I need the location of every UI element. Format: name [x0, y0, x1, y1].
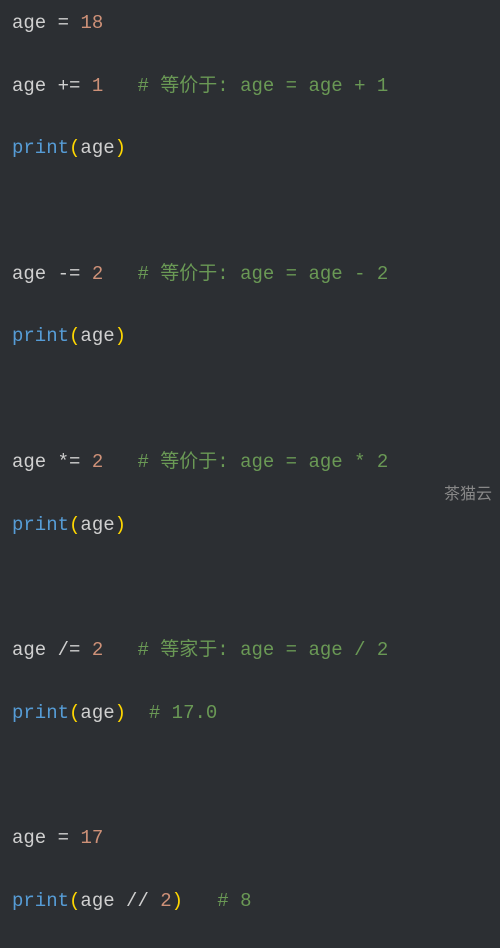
variable: age: [12, 451, 46, 473]
blank-line: [12, 760, 488, 791]
paren: (: [69, 325, 80, 347]
function: print: [12, 890, 69, 912]
operator: -=: [58, 263, 81, 285]
blank-line: [12, 384, 488, 415]
paren: ): [115, 514, 126, 536]
code-line: print(age) # 17.0: [12, 698, 488, 729]
operator: //: [126, 890, 149, 912]
operator: =: [58, 827, 69, 849]
function: print: [12, 702, 69, 724]
function: print: [12, 325, 69, 347]
paren: (: [69, 514, 80, 536]
variable: age: [80, 137, 114, 159]
comment: # 等价于: age = age - 2: [137, 263, 388, 285]
variable: age: [12, 75, 46, 97]
number: 18: [80, 12, 103, 34]
variable: age: [80, 702, 114, 724]
paren: ): [115, 702, 126, 724]
code-line: print(age): [12, 133, 488, 164]
code-block: age = 18 age += 1 # 等价于: age = age + 1 p…: [12, 8, 488, 948]
paren: (: [69, 890, 80, 912]
number: 2: [92, 639, 103, 661]
code-line: print(age): [12, 510, 488, 541]
comment: # 8: [217, 890, 251, 912]
code-line: age = 17: [12, 823, 488, 854]
comment: # 17.0: [149, 702, 217, 724]
operator: +=: [58, 75, 81, 97]
variable: age: [80, 325, 114, 347]
comment: # 等价于: age = age + 1: [137, 75, 388, 97]
variable: age: [12, 263, 46, 285]
number: 2: [92, 451, 103, 473]
operator: =: [58, 12, 69, 34]
code-line: age -= 2 # 等价于: age = age - 2: [12, 259, 488, 290]
code-line: age *= 2 # 等价于: age = age * 2: [12, 447, 488, 478]
code-line: age = 18: [12, 8, 488, 39]
function: print: [12, 137, 69, 159]
paren: ): [172, 890, 183, 912]
paren: (: [69, 137, 80, 159]
variable: age: [12, 639, 46, 661]
variable: age: [12, 12, 46, 34]
number: 17: [80, 827, 103, 849]
function: print: [12, 514, 69, 536]
variable: age: [80, 890, 114, 912]
operator: /=: [58, 639, 81, 661]
paren: ): [115, 325, 126, 347]
number: 2: [160, 890, 171, 912]
paren: ): [115, 137, 126, 159]
variable: age: [80, 514, 114, 536]
variable: age: [12, 827, 46, 849]
blank-line: [12, 572, 488, 603]
paren: (: [69, 702, 80, 724]
comment: # 等价于: age = age * 2: [137, 451, 388, 473]
code-line: age += 1 # 等价于: age = age + 1: [12, 71, 488, 102]
code-line: print(age // 2) # 8: [12, 886, 488, 917]
watermark: 茶猫云: [444, 482, 492, 508]
comment: # 等家于: age = age / 2: [137, 639, 388, 661]
operator: *=: [58, 451, 81, 473]
number: 1: [92, 75, 103, 97]
number: 2: [92, 263, 103, 285]
blank-line: [12, 196, 488, 227]
code-line: age /= 2 # 等家于: age = age / 2: [12, 635, 488, 666]
code-line: print(age): [12, 321, 488, 352]
